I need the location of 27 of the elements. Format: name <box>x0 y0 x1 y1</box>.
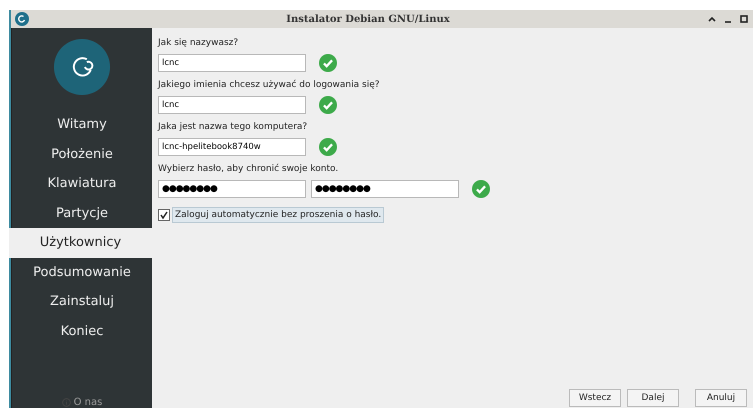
input-field[interactable]: ●●●●●●●● <box>158 180 306 198</box>
sidebar-item[interactable]: Koniec <box>12 316 152 346</box>
input-field[interactable]: lcnc <box>158 96 306 114</box>
sidebar-item[interactable]: Użytkownicy <box>9 228 152 258</box>
sidebar-item[interactable]: Klawiatura <box>12 169 152 198</box>
checkbox-label[interactable]: Zaloguj automatycznie bez proszenia o hasło. <box>172 207 384 223</box>
dialog-button[interactable]: Wstecz <box>569 389 621 407</box>
input-field[interactable]: lcnc-hpelitebook8740w <box>158 138 306 156</box>
field-label: Jaka jest nazwa tego komputera? <box>158 122 308 132</box>
sidebar-item[interactable]: Zainstaluj <box>12 287 152 316</box>
input-field[interactable]: lcnc <box>158 54 306 72</box>
input-field[interactable]: ●●●●●●●● <box>311 180 459 198</box>
checkbox[interactable] <box>158 209 170 221</box>
sidebar-item[interactable]: Witamy <box>12 110 152 140</box>
dialog-button[interactable]: Dalej <box>627 389 679 407</box>
dialog-button[interactable]: Anuluj <box>695 389 747 407</box>
field-label: Jakiego imienia chcesz używać do logowania się? <box>158 80 381 90</box>
sidebar-item[interactable]: Położenie <box>12 140 152 169</box>
about-link[interactable]: O nas <box>74 396 102 408</box>
sidebar-item[interactable]: Podsumowanie <box>12 258 152 287</box>
chevron-up-icon[interactable] <box>707 14 717 24</box>
window-title: Instalator Debian GNU/Linux <box>285 14 451 24</box>
field-label: Wybierz hasło, aby chronić swoje konto. <box>158 164 340 174</box>
maximize-icon[interactable] <box>739 14 749 24</box>
field-label: Jak się nazywasz? <box>158 38 240 48</box>
sidebar-item[interactable]: Partycje <box>12 198 152 228</box>
debian-logo-icon <box>53 38 111 96</box>
